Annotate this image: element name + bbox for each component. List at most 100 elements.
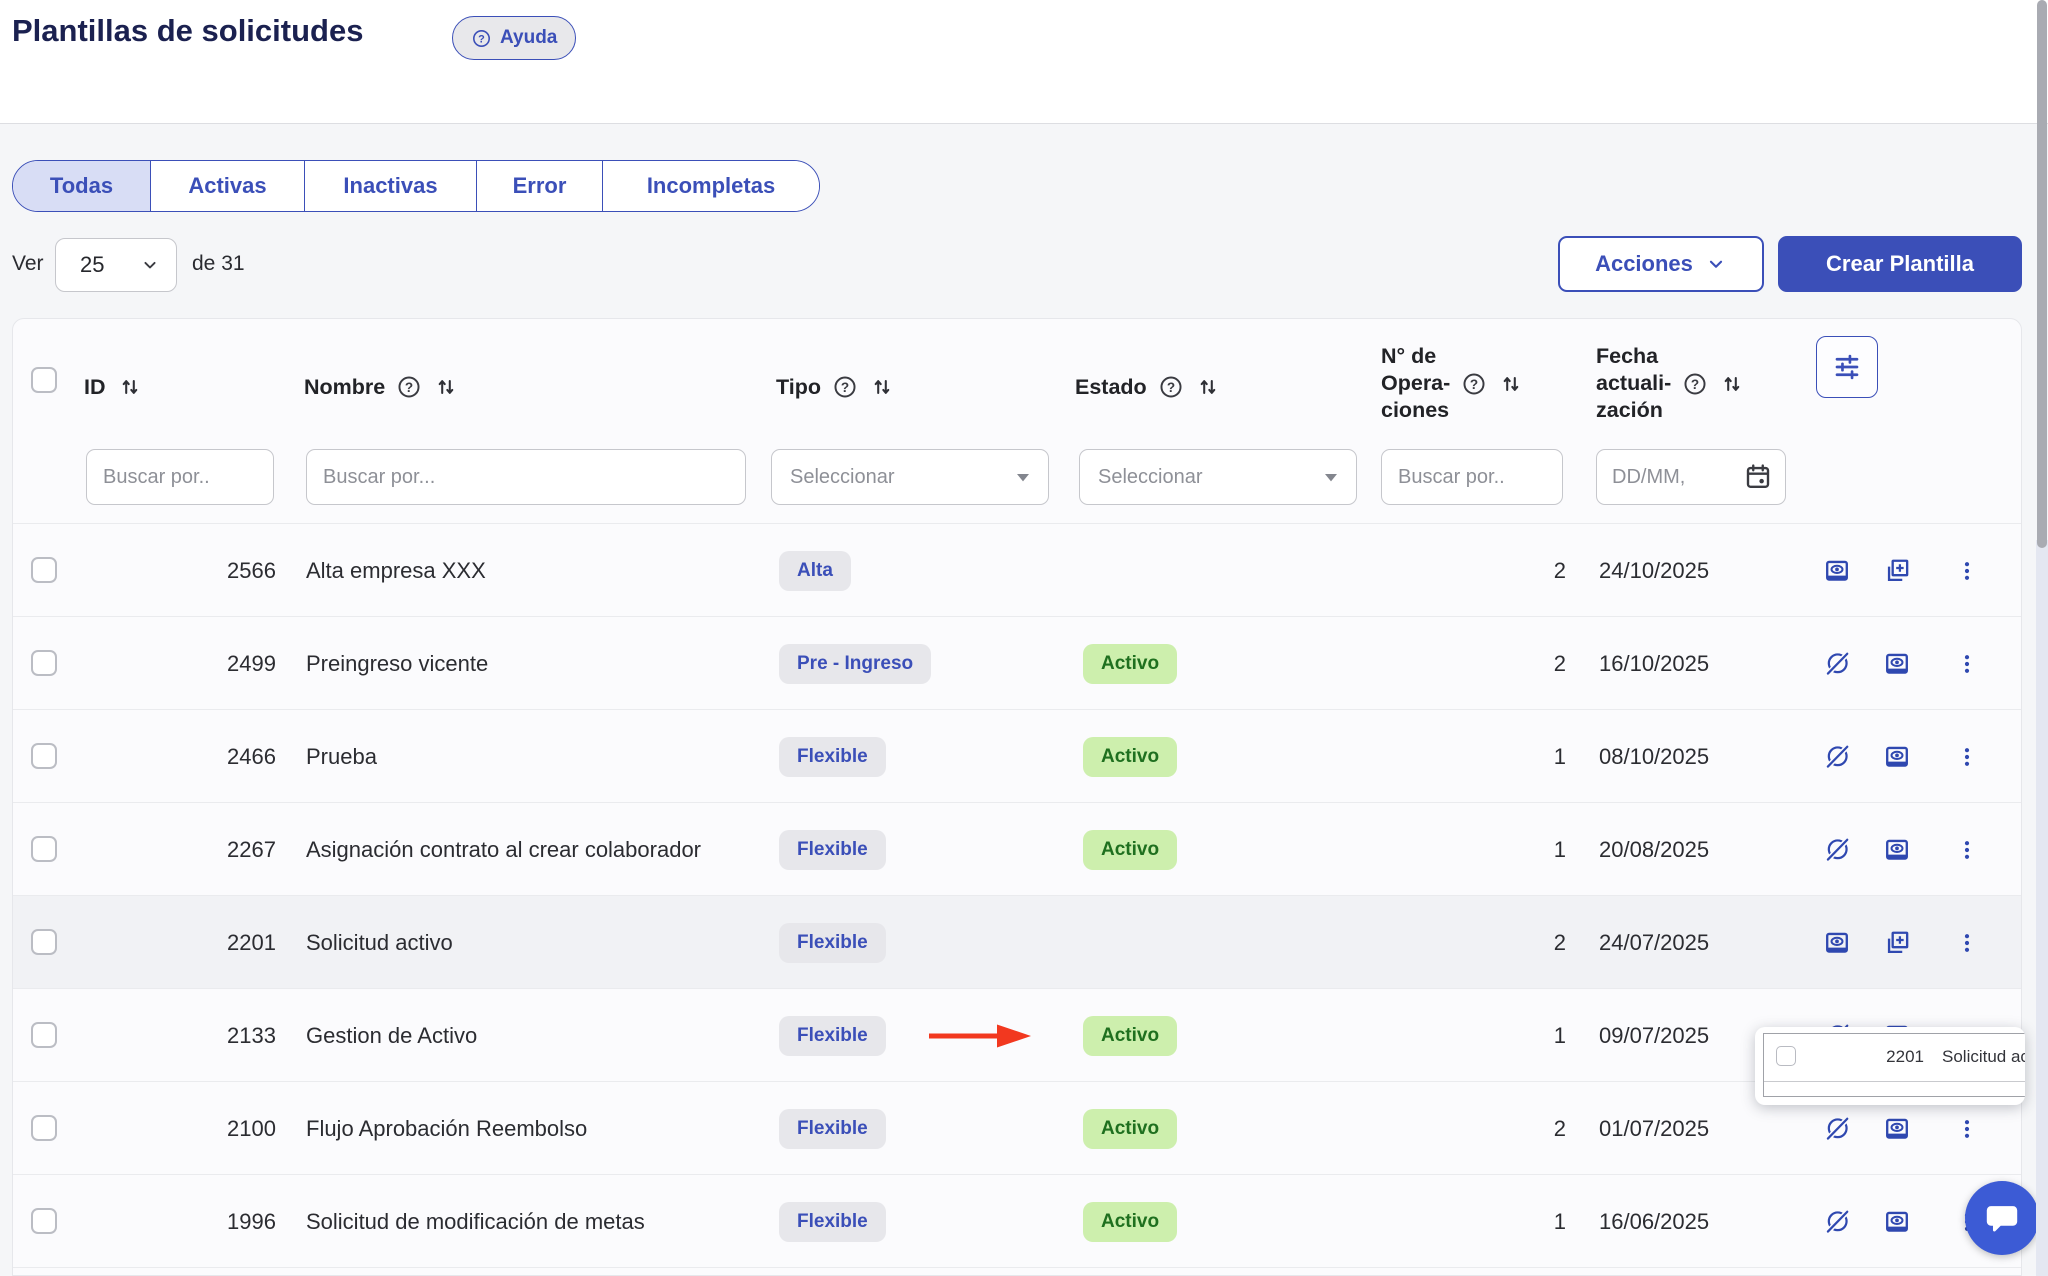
page-size-value: 25 xyxy=(80,252,104,278)
row-operaciones: 2 xyxy=(1453,896,1566,989)
actions-button-label: Acciones xyxy=(1595,251,1693,277)
more-actions-button[interactable] xyxy=(1954,803,1980,896)
actions-button[interactable]: Acciones xyxy=(1558,236,1764,292)
column-header-tipo: Tipo ? xyxy=(776,374,895,400)
column-settings-button[interactable] xyxy=(1816,336,1878,398)
duplicate-plus-icon[interactable] xyxy=(1882,524,1912,617)
tipo-badge: Flexible xyxy=(779,830,886,870)
question-circle-icon[interactable]: ? xyxy=(1682,371,1708,397)
row-checkbox[interactable] xyxy=(31,557,57,583)
watch-off-icon[interactable] xyxy=(1822,710,1852,803)
eye-preview-icon[interactable] xyxy=(1882,617,1912,710)
page-size-select[interactable]: 25 xyxy=(55,238,177,292)
help-button-label: Ayuda xyxy=(500,27,557,49)
more-actions-button[interactable] xyxy=(1954,617,1980,710)
triangle-down-icon xyxy=(1016,473,1030,482)
watch-off-icon[interactable] xyxy=(1822,803,1852,896)
watch-off-icon[interactable] xyxy=(1822,617,1852,710)
more-actions-button[interactable] xyxy=(1954,524,1980,617)
svg-text:?: ? xyxy=(1470,376,1478,391)
tipo-badge: Alta xyxy=(779,551,851,591)
table-row: 1996 Solicitud de modificación de metas … xyxy=(13,1174,2021,1267)
question-circle-icon[interactable]: ? xyxy=(396,374,422,400)
chat-bubble-icon xyxy=(1983,1199,2021,1237)
row-name: Flujo Aprobación Reembolso xyxy=(306,1082,706,1175)
row-fecha: 16/06/2025 xyxy=(1599,1175,1709,1268)
row-operaciones: 2 xyxy=(1453,617,1566,710)
tab-incompletas[interactable]: Incompletas xyxy=(603,161,819,211)
select-all-checkbox[interactable] xyxy=(31,367,57,393)
more-actions-button[interactable] xyxy=(1954,896,1980,989)
filter-fecha-input[interactable]: DD/MM, xyxy=(1596,449,1786,505)
tipo-badge: Flexible xyxy=(779,1202,886,1242)
table-row: 2499 Preingreso vicente Pre - Ingreso Ac… xyxy=(13,616,2021,709)
sort-icon[interactable] xyxy=(433,374,459,400)
eye-preview-icon[interactable] xyxy=(1822,896,1852,989)
eye-preview-icon[interactable] xyxy=(1822,524,1852,617)
row-operaciones: 1 xyxy=(1453,1175,1566,1268)
row-id: 2267 xyxy=(86,803,276,896)
row-checkbox[interactable] xyxy=(31,1208,57,1234)
estado-badge: Activo xyxy=(1083,1202,1177,1242)
tab-inactivas[interactable]: Inactivas xyxy=(305,161,477,211)
column-header-fecha: Fecha actuali- zación ? xyxy=(1596,343,1745,424)
help-button[interactable]: ? Ayuda xyxy=(452,16,576,60)
table-row: 2201 Solicitud activo Flexible 2 24/07/2… xyxy=(13,895,2021,988)
row-checkbox[interactable] xyxy=(31,836,57,862)
table-row-partial xyxy=(13,1267,2021,1276)
sort-icon[interactable] xyxy=(1719,371,1745,397)
question-circle-icon[interactable]: ? xyxy=(1461,371,1487,397)
tab-error[interactable]: Error xyxy=(477,161,603,211)
eye-preview-icon[interactable] xyxy=(1882,710,1912,803)
drag-ghost-overlay: 2201 Solicitud activ xyxy=(1755,1027,2025,1105)
row-id: 2201 xyxy=(86,896,276,989)
row-name: Solicitud activo xyxy=(306,896,706,989)
question-circle-icon[interactable]: ? xyxy=(832,374,858,400)
sort-icon[interactable] xyxy=(117,374,143,400)
row-checkbox[interactable] xyxy=(31,1115,57,1141)
more-actions-button[interactable] xyxy=(1954,710,1980,803)
filter-estado-select[interactable]: Seleccionar xyxy=(1079,449,1357,505)
row-name: Prueba xyxy=(306,710,706,803)
sort-icon[interactable] xyxy=(1195,374,1221,400)
table-header: ID Nombre ? Tipo ? Estado ? N° de Opera-… xyxy=(13,319,2021,523)
table-row: 2566 Alta empresa XXX Alta 2 24/10/2025 xyxy=(13,523,2021,616)
row-fecha: 16/10/2025 xyxy=(1599,617,1709,710)
row-checkbox[interactable] xyxy=(31,1022,57,1048)
row-operaciones: 2 xyxy=(1453,1082,1566,1175)
red-arrow-annotation xyxy=(927,1022,1033,1050)
drag-ghost-id: 2201 xyxy=(1824,1047,1924,1067)
scrollbar-thumb[interactable] xyxy=(2037,0,2047,548)
eye-preview-icon[interactable] xyxy=(1882,803,1912,896)
tab-activas[interactable]: Activas xyxy=(151,161,305,211)
svg-text:?: ? xyxy=(405,380,413,395)
filter-nombre-input[interactable] xyxy=(306,449,746,505)
row-checkbox[interactable] xyxy=(31,743,57,769)
tipo-badge: Pre - Ingreso xyxy=(779,644,931,684)
estado-badge: Activo xyxy=(1083,1109,1177,1149)
filter-tipo-select[interactable]: Seleccionar xyxy=(771,449,1049,505)
column-header-estado: Estado ? xyxy=(1075,374,1221,400)
row-checkbox[interactable] xyxy=(31,929,57,955)
ver-label: Ver xyxy=(12,252,44,276)
row-checkbox[interactable] xyxy=(31,650,57,676)
eye-preview-icon[interactable] xyxy=(1882,1175,1912,1268)
tab-todas[interactable]: Todas xyxy=(13,161,151,211)
filter-id-input[interactable] xyxy=(86,449,274,505)
question-circle-icon[interactable]: ? xyxy=(1158,374,1184,400)
tipo-badge: Flexible xyxy=(779,1109,886,1149)
tipo-badge: Flexible xyxy=(779,923,886,963)
drag-ghost-name: Solicitud activ xyxy=(1942,1047,2025,1067)
row-name: Preingreso vicente xyxy=(306,617,706,710)
row-operaciones: 1 xyxy=(1453,803,1566,896)
chat-button[interactable] xyxy=(1965,1181,2039,1255)
sort-icon[interactable] xyxy=(869,374,895,400)
table-body: 2566 Alta empresa XXX Alta 2 24/10/2025 … xyxy=(13,523,2021,1276)
calendar-icon xyxy=(1743,462,1773,492)
watch-off-icon[interactable] xyxy=(1822,1175,1852,1268)
filter-operaciones-input[interactable] xyxy=(1381,449,1563,505)
drag-ghost-checkbox xyxy=(1776,1046,1796,1066)
duplicate-plus-icon[interactable] xyxy=(1882,896,1912,989)
sort-icon[interactable] xyxy=(1498,371,1524,397)
create-template-button[interactable]: Crear Plantilla xyxy=(1778,236,2022,292)
